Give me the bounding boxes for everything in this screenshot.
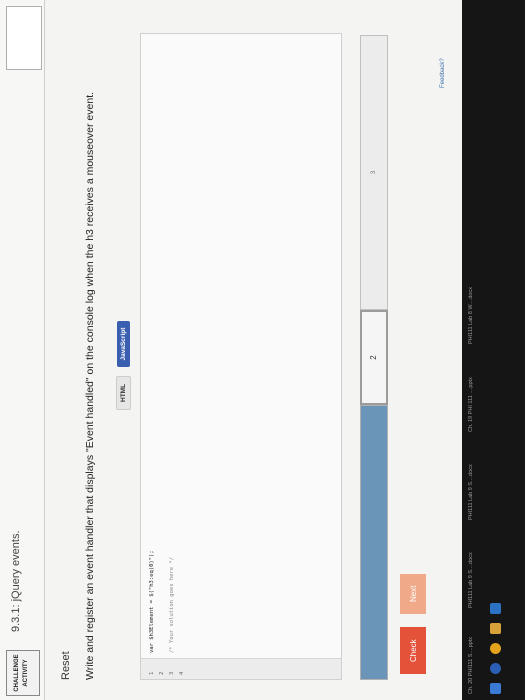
chrome-icon[interactable]: [490, 643, 501, 654]
line-number: 1: [149, 671, 155, 675]
activity-title: 9.3.1: jQuery events.: [10, 530, 22, 633]
tab-html[interactable]: HTML: [116, 375, 131, 410]
taskbar-download-2[interactable]: PHI111 Lab 9 S....docx: [468, 552, 474, 608]
next-button[interactable]: Next: [400, 573, 426, 614]
line-number: 3: [169, 671, 175, 675]
page: CHALLENGE ACTIVITY 9.3.1: jQuery events.…: [0, 0, 462, 700]
reset-button[interactable]: Reset: [60, 651, 72, 680]
progress-step-2[interactable]: 2: [360, 310, 388, 405]
line-number: 4: [179, 671, 185, 675]
badge-line1: CHALLENGE: [14, 654, 20, 692]
folder-icon[interactable]: [490, 623, 501, 634]
windows-icon[interactable]: [490, 683, 501, 694]
language-tabs: HTML JavaScript: [112, 317, 131, 410]
taskbar-download-5[interactable]: PHI111 Lab 8 W....docx: [468, 287, 474, 344]
challenge-badge: CHALLENGE ACTIVITY: [6, 650, 40, 696]
word-icon[interactable]: [490, 603, 501, 614]
code-comment-line[interactable]: /* Your solution goes here */: [169, 557, 175, 653]
taskbar: Ch. 20 PHI111 S....pptx PHI111 Lab 9 S..…: [462, 0, 525, 700]
progress-steps: 2 3: [360, 35, 388, 680]
line-number: 2: [159, 671, 165, 675]
taskbar-download-4[interactable]: Ch. 19 PHI 111 ....pptx: [468, 377, 474, 432]
code-editor[interactable]: 1 2 3 4 var $h3Element = $("h3:eq(0)"); …: [140, 33, 342, 680]
progress-step-1[interactable]: [360, 405, 388, 680]
feedback-link[interactable]: Feedback?: [440, 58, 446, 88]
rotated-screen: CHALLENGE ACTIVITY 9.3.1: jQuery events.…: [0, 0, 525, 700]
instructions: Write and register an event handler that…: [84, 91, 96, 680]
completion-box: [6, 6, 42, 70]
progress-step-3[interactable]: 3: [360, 35, 388, 310]
tab-javascript[interactable]: JavaScript: [117, 320, 130, 368]
activity-header: CHALLENGE ACTIVITY 9.3.1: jQuery events.: [0, 0, 45, 700]
badge-line2: ACTIVITY: [23, 659, 29, 687]
line-number-gutter: 1 2 3 4: [141, 658, 341, 679]
taskbar-download-3[interactable]: PHI111 Lab 9 S....docx: [468, 464, 474, 520]
taskbar-download-1[interactable]: Ch. 20 PHI111 S....pptx: [468, 637, 474, 694]
code-line[interactable]: var $h3Element = $("h3:eq(0)");: [149, 550, 155, 653]
photo-frame: CHALLENGE ACTIVITY 9.3.1: jQuery events.…: [0, 0, 525, 700]
check-button[interactable]: Check: [400, 627, 426, 674]
browser-icon[interactable]: [490, 663, 501, 674]
